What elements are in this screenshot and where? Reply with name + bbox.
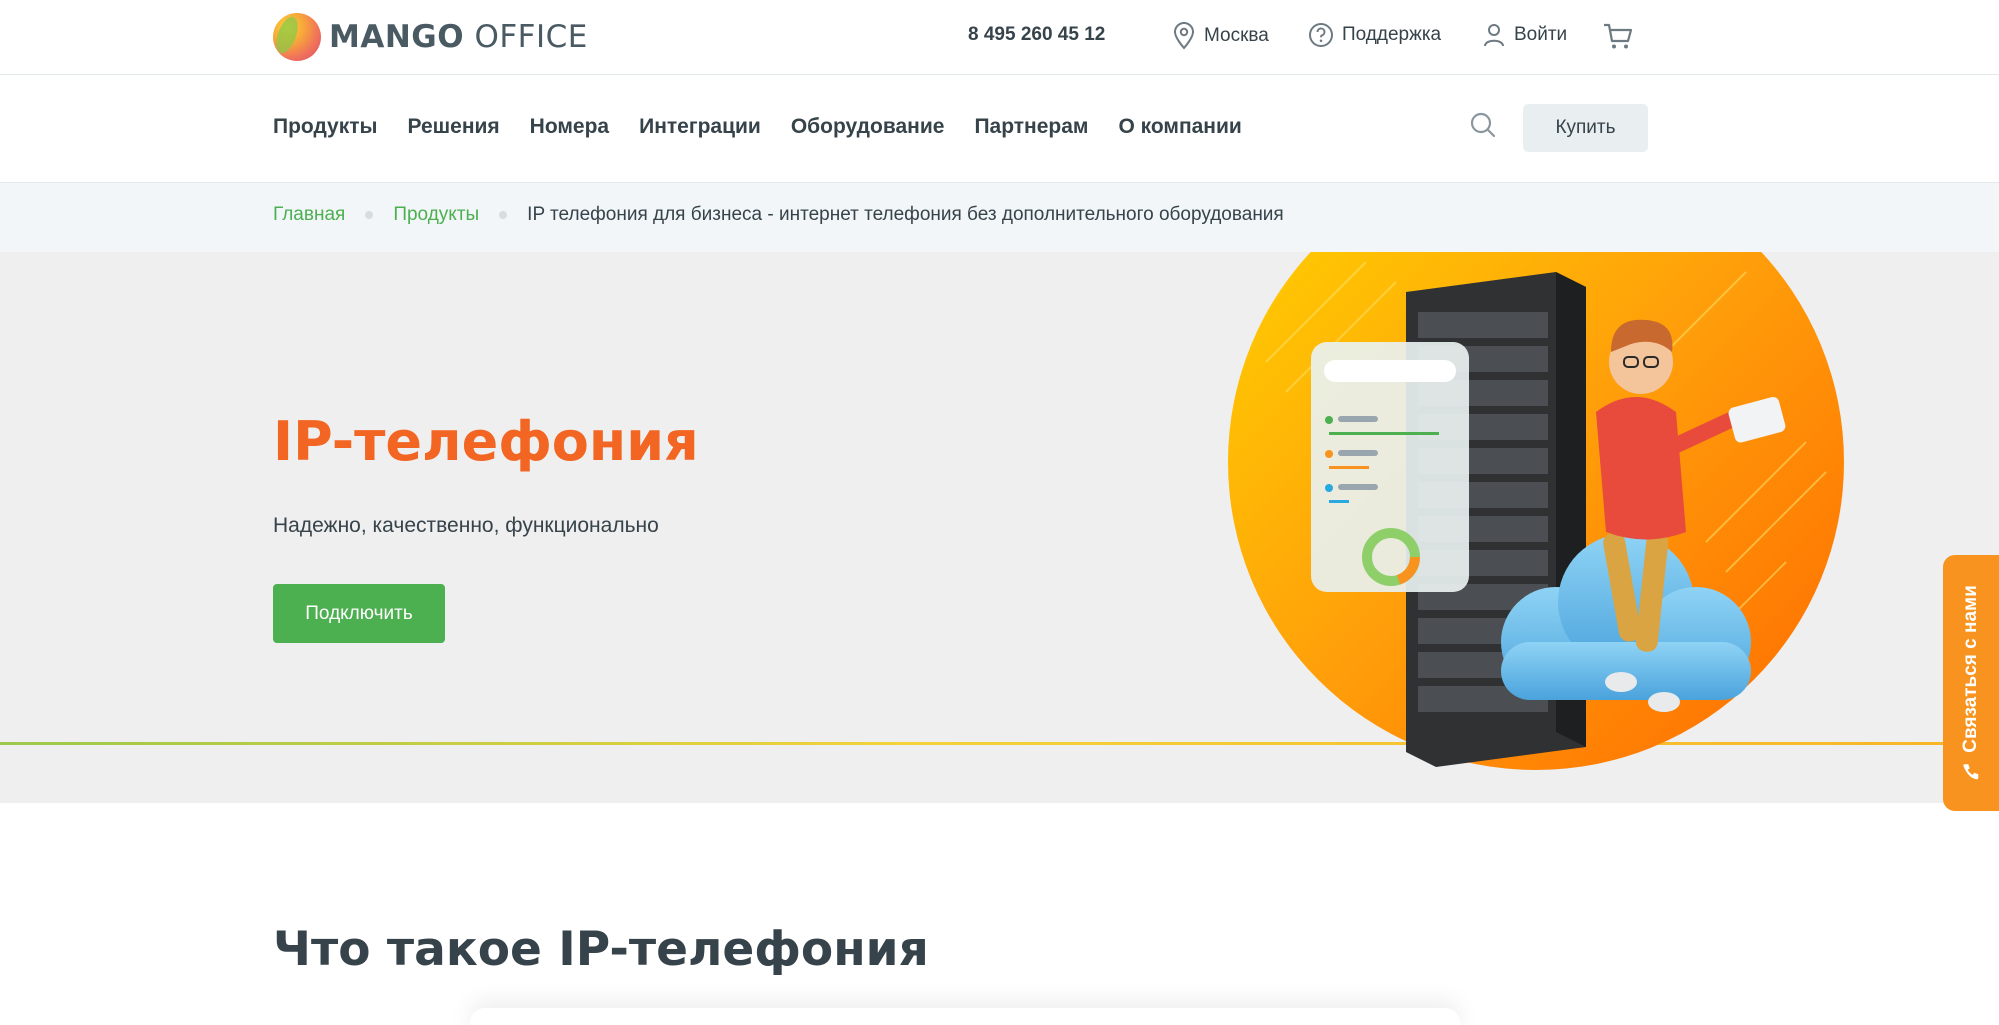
nav-item-products[interactable]: Продукты — [273, 115, 377, 139]
nav-item-about[interactable]: О компании — [1118, 115, 1241, 139]
location-pin-icon — [1173, 22, 1195, 50]
contact-us-label: Связаться с нами — [1960, 585, 1982, 753]
mango-office-logo[interactable]: MANGO OFFICE — [273, 12, 588, 62]
breadcrumb-separator — [499, 211, 508, 219]
login-label: Войти — [1514, 24, 1568, 45]
nav-item-solutions[interactable]: Решения — [407, 115, 499, 139]
cart-button[interactable] — [1602, 20, 1634, 57]
breadcrumb: Главная Продукты IP телефония для бизнес… — [0, 183, 1999, 252]
login-link[interactable]: Войти — [1482, 22, 1567, 48]
city-label: Москва — [1204, 25, 1269, 46]
contact-us-tab[interactable]: Связаться с нами — [1943, 555, 1999, 811]
connect-button[interactable]: Подключить — [273, 584, 445, 643]
breadcrumb-current: IP телефония для бизнеса - интернет теле… — [527, 204, 1284, 225]
support-link[interactable]: Поддержка — [1308, 22, 1441, 48]
section-title: Что такое IP-телефония — [273, 922, 929, 977]
user-icon — [1484, 24, 1504, 47]
content-card-top — [470, 1008, 1460, 1025]
hero-title: IP-телефония — [273, 410, 699, 473]
phone-number[interactable]: 8 495 260 45 12 — [968, 24, 1105, 46]
hero-section: IP-телефония Надежно, качественно, функц… — [0, 252, 1999, 803]
breadcrumb-separator — [365, 211, 374, 219]
support-label: Поддержка — [1342, 24, 1442, 45]
nav-item-integrations[interactable]: Интеграции — [639, 115, 761, 139]
logo-mark — [273, 13, 321, 61]
hero-subtitle: Надежно, качественно, функционально — [273, 514, 659, 537]
logo-text: MANGO OFFICE — [329, 19, 588, 55]
buy-button[interactable]: Купить — [1523, 104, 1648, 152]
breadcrumb-products[interactable]: Продукты — [393, 204, 479, 226]
main-nav: Продукты Решения Номера Интеграции Обору… — [0, 75, 1999, 183]
nav-item-numbers[interactable]: Номера — [530, 115, 609, 139]
search-button[interactable] — [1469, 111, 1497, 144]
top-bar: MANGO OFFICE 8 495 260 45 12 Москва Подд… — [0, 0, 1999, 75]
breadcrumb-home[interactable]: Главная — [273, 204, 345, 226]
nav-item-partners[interactable]: Партнерам — [974, 115, 1088, 139]
stats-card — [1311, 342, 1469, 592]
city-selector[interactable]: Москва — [1172, 22, 1269, 50]
cart-icon — [1604, 23, 1633, 49]
nav-menu: Продукты Решения Номера Интеграции Обору… — [273, 115, 1272, 139]
search-icon — [1470, 112, 1496, 138]
question-circle-icon — [1309, 23, 1333, 47]
hero-illustration — [1228, 252, 1844, 770]
nav-item-equipment[interactable]: Оборудование — [791, 115, 945, 139]
phone-icon — [1963, 764, 1979, 780]
